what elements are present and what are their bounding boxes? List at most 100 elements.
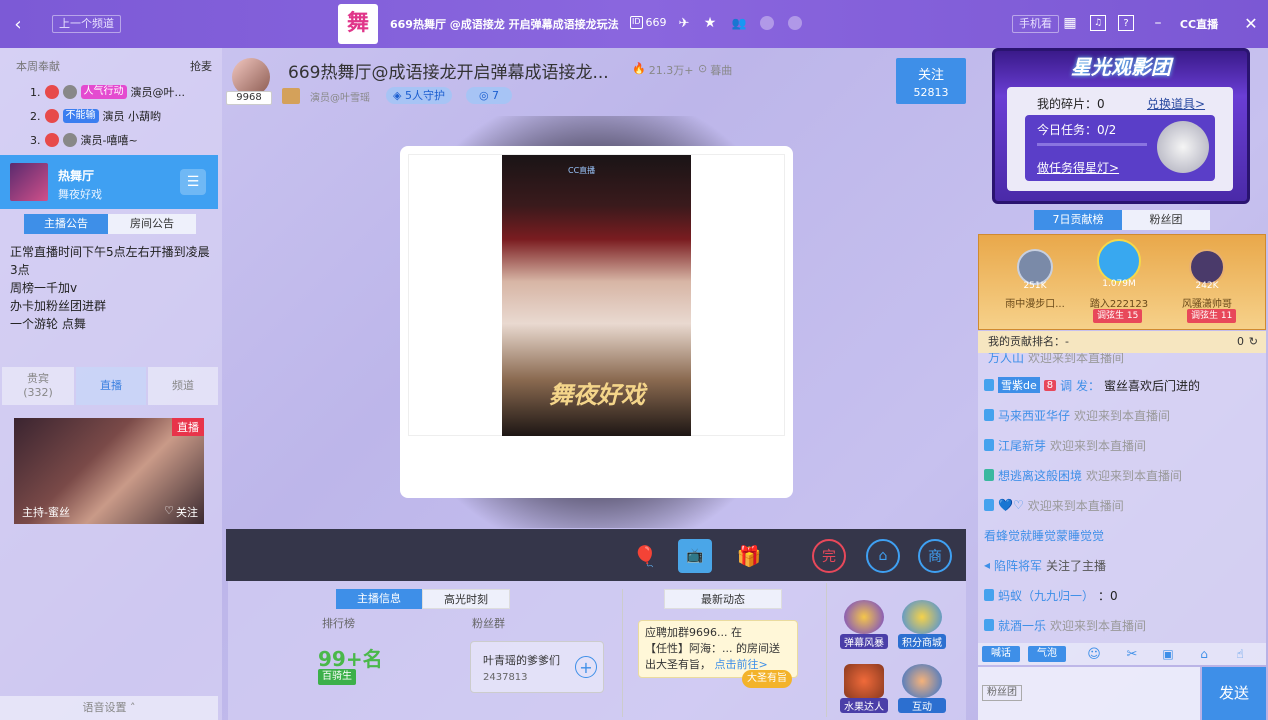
notice-line: 办卡加粉丝团进群: [10, 299, 107, 313]
rank-icon: [282, 88, 300, 104]
my-rank-bar: 我的贡献排名：- 0 ↻: [978, 331, 1266, 353]
tab-guests[interactable]: 贵宾 (332): [2, 367, 74, 405]
coin-icon: [902, 600, 942, 634]
live-thumbnail[interactable]: 直播 主持-蜜丝 ♡ 关注: [14, 418, 204, 524]
refresh-icon[interactable]: ↻: [1249, 331, 1258, 353]
thumb-icon[interactable]: ☝: [1232, 646, 1248, 662]
tab-highlights[interactable]: 高光时刻: [422, 589, 510, 609]
points-mall-button[interactable]: 积分商城: [898, 600, 946, 649]
stargazer-banner[interactable]: 星光观影团 我的碎片：0 兑换道具> 今日任务：0/2 做任务得星灯>: [992, 48, 1250, 204]
gift-tv-icon[interactable]: 📺: [678, 539, 712, 573]
barrage-storm-button[interactable]: 弹幕风暴: [840, 600, 888, 649]
fruit-master-button[interactable]: 水果达人: [840, 664, 888, 713]
current-channel[interactable]: 热舞厅 舞夜好戏 ☰: [0, 155, 218, 209]
chat-user[interactable]: 蚂蚁（九九归一）: [998, 587, 1094, 604]
voice-settings-button[interactable]: 语音设置 ˄: [0, 696, 218, 720]
guard-badge[interactable]: ◈ 5人守护: [386, 87, 452, 104]
rank-row-2[interactable]: 2. 不能输 演员 小葫哟: [30, 106, 161, 126]
fans-group-card[interactable]: 叶青瑶的爹爹们 2437813 +: [470, 641, 604, 693]
star-icon[interactable]: ★: [702, 15, 718, 31]
level-icon: [984, 619, 994, 631]
podium-avatar-3[interactable]: [1189, 249, 1225, 285]
fan-club-tag[interactable]: 粉丝团: [982, 685, 1022, 701]
video-player[interactable]: CC直播 舞夜好戏: [400, 146, 793, 498]
chat-user[interactable]: 马来西亚华仔: [998, 407, 1070, 424]
interact-button[interactable]: 互动: [898, 664, 946, 713]
scissors-icon[interactable]: ✂: [1124, 646, 1140, 662]
chat-user[interactable]: 陷阵将军: [994, 557, 1042, 574]
action-label: 积分商城: [898, 634, 946, 649]
podium-name-1: 踏入222123: [1089, 299, 1149, 310]
chat-input[interactable]: 粉丝团: [978, 667, 1200, 720]
follow-live-button[interactable]: ♡ 关注: [164, 504, 198, 520]
fans-group-label: 粉丝群: [472, 617, 505, 630]
my-rank-label: 我的贡献排名：: [988, 335, 1065, 348]
exchange-link[interactable]: 兑换道具>: [1147, 95, 1205, 112]
podium-avatar-2[interactable]: [1017, 249, 1053, 285]
chat-user-2[interactable]: 调 发：: [1060, 377, 1100, 394]
rank-number: 2.: [30, 109, 41, 123]
rank-row-1[interactable]: 1. 人气行动 演员@叶...: [30, 82, 185, 102]
tab-live[interactable]: 直播: [76, 367, 146, 405]
tab-fan-club[interactable]: 粉丝团: [1122, 210, 1210, 230]
grid-icon[interactable]: ▦: [1062, 15, 1078, 31]
avatar-icon: [62, 133, 77, 147]
image-icon[interactable]: ▣: [1160, 646, 1176, 662]
grab-mic-button[interactable]: 抢麦: [190, 58, 212, 74]
rank-row-3[interactable]: 3. 演员-嘻嘻~: [30, 130, 138, 150]
channel-thumbnail: [10, 163, 48, 201]
room-id-value: 669: [645, 16, 667, 29]
users-icon[interactable]: 👥: [730, 15, 748, 31]
tab-room-notice[interactable]: 房间公告: [108, 214, 196, 234]
tab-7day-rank[interactable]: 7日贡献榜: [1034, 210, 1122, 230]
news-line-2: 【任性】阿海：... 的房间送: [645, 641, 791, 657]
chat-list[interactable]: 万人山 欢迎来到本直播间 雪紫de 8 调 发： 蜜丝喜欢后门进的 马来西亚华仔 欢迎来到…: [978, 353, 1266, 643]
chat-user[interactable]: 雪紫de: [998, 377, 1040, 393]
emoji-icon[interactable]: ☺: [1086, 646, 1102, 662]
tab-channel[interactable]: 频道: [148, 367, 218, 405]
bell-icon[interactable]: ♫: [1090, 15, 1106, 31]
rank-tag: 百骑生: [318, 669, 356, 685]
tab-anchor-notice[interactable]: 主播公告: [24, 214, 108, 234]
menu-icon[interactable]: ☰: [180, 169, 206, 195]
podium-name-2: 雨中漫步口...: [1005, 299, 1065, 310]
tab-anchor-info[interactable]: 主播信息: [336, 589, 422, 609]
chat-user[interactable]: 看蜂觉就睡觉蒙睡觉觉: [984, 527, 1104, 544]
send-button[interactable]: 发送: [1202, 667, 1266, 720]
chat-user[interactable]: 江尾新芽: [998, 437, 1046, 454]
bag-icon[interactable]: ⌂: [866, 539, 900, 573]
tasks: 今日任务：0/2: [1037, 123, 1117, 137]
help-icon[interactable]: ?: [1118, 15, 1134, 31]
shout-button[interactable]: 喊话: [982, 646, 1020, 662]
shop-icon[interactable]: 商: [918, 539, 952, 573]
chat-user[interactable]: 想逃离这般困境: [998, 467, 1082, 484]
anchor-name: 演员@叶雪瑶: [310, 93, 370, 104]
plane-icon[interactable]: ✈: [676, 15, 692, 31]
task-box: 今日任务：0/2 做任务得星灯>: [1025, 115, 1215, 181]
chat-user[interactable]: 就酒一乐: [998, 617, 1046, 634]
divider-2: [826, 583, 827, 717]
complete-icon[interactable]: 完: [812, 539, 846, 573]
replay-button[interactable]: ⊙ 暮曲: [698, 62, 732, 78]
fans-badge[interactable]: ◎ 7: [466, 87, 512, 104]
fans-group-name: 叶青瑶的爹爹们: [483, 654, 560, 667]
follow-button[interactable]: 关注 52813: [896, 58, 966, 104]
bubble-button[interactable]: 气泡: [1028, 646, 1066, 662]
back-icon[interactable]: ‹: [8, 14, 28, 35]
balloon-icon[interactable]: 🎈: [630, 541, 660, 571]
chat-user[interactable]: 万人山: [988, 353, 1024, 366]
podium-avatar-1[interactable]: [1097, 239, 1141, 283]
prev-channel-button[interactable]: 上一个频道: [52, 15, 121, 33]
add-icon[interactable]: +: [575, 656, 597, 678]
bag-small-icon[interactable]: ⌂: [1196, 646, 1212, 662]
gift-box-icon[interactable]: 🎁: [732, 539, 766, 573]
task-link[interactable]: 做任务得星灯>: [1037, 159, 1119, 176]
my-rank-value: -: [1065, 335, 1069, 348]
minimize-icon[interactable]: –: [1150, 15, 1166, 31]
close-icon[interactable]: ✕: [1242, 14, 1260, 33]
phone-watch-button[interactable]: 手机看: [1012, 15, 1059, 33]
rank-name: 演员@叶...: [130, 86, 186, 99]
tab-latest-news[interactable]: 最新动态: [664, 589, 782, 609]
medal-icon: [44, 85, 59, 99]
podium-score-3: 242K: [1195, 281, 1219, 291]
